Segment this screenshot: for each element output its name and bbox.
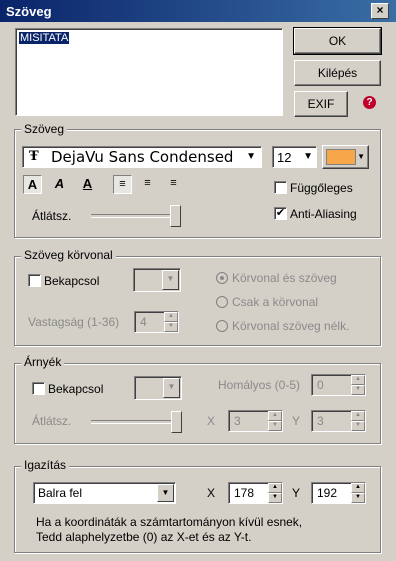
align-y-spinner[interactable]: 192 ▲ ▼	[311, 482, 366, 504]
text-opacity-slider[interactable]	[91, 214, 179, 218]
spinner-arrows-icon[interactable]: ▲ ▼	[164, 312, 178, 332]
align-note-line2: Tedd alaphelyzetbe (0) az X-et és az Y-t…	[36, 530, 252, 544]
italic-button[interactable]: A	[51, 175, 68, 192]
align-y-label: Y	[292, 486, 301, 500]
radio-outline-only[interactable]	[216, 296, 228, 308]
align-note-line1: Ha a koordináták a számtartományon kívül…	[36, 515, 303, 529]
exit-button[interactable]: Kilépés	[294, 60, 381, 86]
shadow-y-spinner[interactable]: 3 ▲ ▼	[311, 410, 366, 432]
font-size-value: 12	[277, 150, 292, 165]
align-y-value[interactable]: 192	[317, 486, 337, 500]
underline-button[interactable]: A	[79, 175, 96, 192]
vertical-label: Függőleges	[290, 181, 353, 195]
radio-outline-no-text-label: Körvonal szöveg nélk.	[232, 319, 350, 333]
font-icon: Ŧ	[29, 149, 39, 164]
chevron-down-icon: ▼	[357, 152, 365, 161]
text-input-value: MISITATA	[19, 32, 70, 44]
alignment-value: Balra fel	[38, 486, 83, 500]
radio-outline-text[interactable]	[216, 272, 228, 284]
blur-spinner[interactable]: 0 ▲ ▼	[311, 374, 366, 396]
help-icon[interactable]: ?	[363, 96, 376, 109]
bold-button[interactable]: A	[23, 175, 42, 194]
ok-button[interactable]: OK	[293, 27, 382, 55]
blur-value: 0	[317, 378, 324, 392]
title-bar	[0, 0, 396, 22]
spinner-arrows-icon[interactable]: ▲ ▼	[351, 411, 365, 431]
shadow-group-label: Árnyék	[21, 355, 65, 369]
shadow-x-spinner[interactable]: 3 ▲ ▼	[228, 410, 283, 432]
thickness-spinner[interactable]: 4 ▲ ▼	[134, 311, 179, 333]
radio-outline-only-label: Csak a körvonal	[232, 295, 319, 309]
text-group-label: Szöveg	[21, 122, 68, 136]
text-opacity-label: Átlátsz.	[32, 209, 72, 223]
shadow-opacity-label: Átlátsz.	[32, 414, 72, 428]
chevron-down-icon: ▼	[163, 378, 180, 398]
blur-label: Homályos (0-5)	[218, 378, 301, 392]
chevron-down-icon[interactable]: ▼	[303, 151, 313, 162]
outline-color-select[interactable]: ▼	[133, 268, 181, 292]
align-right-icon[interactable]: ≡	[165, 175, 182, 192]
spinner-arrows-icon[interactable]: ▲ ▼	[268, 411, 282, 431]
align-x-spinner[interactable]: 178 ▲ ▼	[228, 482, 283, 504]
antialias-checkbox[interactable]: ✔	[274, 207, 287, 220]
chevron-down-icon[interactable]: ▼	[246, 151, 256, 162]
align-left-icon[interactable]: ≡	[113, 175, 132, 194]
exif-button[interactable]: EXIF	[294, 91, 348, 117]
text-input-area[interactable]: MISITATA	[15, 28, 283, 116]
antialias-label: Anti-Aliasing	[290, 207, 357, 221]
shadow-x-label: X	[207, 414, 216, 428]
close-button[interactable]: ×	[371, 3, 389, 19]
shadow-enable-checkbox[interactable]	[32, 382, 45, 395]
align-x-value[interactable]: 178	[234, 486, 254, 500]
shadow-y-label: Y	[292, 414, 301, 428]
vertical-checkbox[interactable]	[274, 181, 287, 194]
spinner-arrows-icon[interactable]: ▲ ▼	[268, 483, 282, 503]
radio-outline-text-label: Körvonal és szöveg	[232, 271, 337, 285]
outline-enable-label: Bekapcsol	[44, 274, 100, 288]
text-opacity-thumb[interactable]	[170, 205, 181, 227]
spinner-arrows-icon[interactable]: ▲ ▼	[351, 375, 365, 395]
alignment-select[interactable]: Balra fel ▼	[33, 482, 176, 504]
shadow-enable-label: Bekapcsol	[48, 382, 104, 396]
align-x-label: X	[207, 486, 216, 500]
align-center-icon[interactable]: ≡	[139, 175, 156, 192]
shadow-y-value: 3	[317, 414, 324, 428]
spinner-arrows-icon[interactable]: ▲ ▼	[351, 483, 365, 503]
outline-group-label: Szöveg körvonal	[21, 248, 116, 262]
thickness-label: Vastagság (1-36)	[28, 315, 120, 329]
shadow-color-select[interactable]: ▼	[134, 376, 182, 400]
chevron-down-icon[interactable]: ▼	[157, 484, 174, 502]
window-title: Szöveg	[6, 4, 52, 19]
color-picker-button[interactable]: ▼	[322, 145, 369, 169]
radio-outline-no-text[interactable]	[216, 320, 228, 332]
outline-enable-checkbox[interactable]	[28, 274, 41, 287]
font-name: DejaVu Sans Condensed	[51, 148, 234, 166]
font-select[interactable]: Ŧ DejaVu Sans Condensed ▼	[22, 146, 262, 168]
chevron-down-icon: ▼	[162, 270, 179, 290]
shadow-opacity-thumb[interactable]	[171, 411, 182, 433]
shadow-opacity-slider[interactable]	[91, 420, 179, 424]
thickness-value: 4	[140, 315, 147, 329]
shadow-x-value: 3	[234, 414, 241, 428]
color-swatch	[326, 149, 356, 165]
font-size-select[interactable]: 12 ▼	[272, 146, 317, 168]
align-group-label: Igazítás	[21, 458, 70, 472]
